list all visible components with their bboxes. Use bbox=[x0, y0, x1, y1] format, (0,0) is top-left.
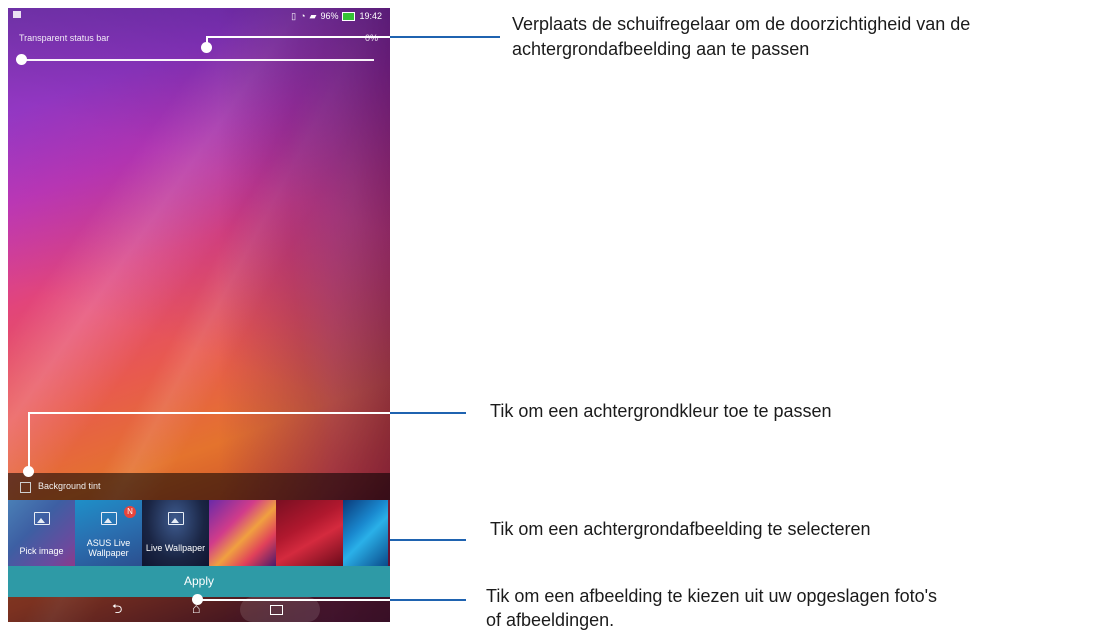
status-bar: ▯ ◔ ▰ 96% 19:42 bbox=[8, 8, 390, 26]
sim-icon: ▰ bbox=[309, 11, 317, 21]
recent-apps-icon[interactable] bbox=[270, 605, 283, 615]
asus-live-label-line2: Wallpaper bbox=[88, 548, 129, 558]
transparency-slider-track[interactable] bbox=[22, 59, 374, 61]
callout-pick-line-inner bbox=[197, 599, 390, 601]
transparency-value: 0% bbox=[364, 33, 378, 43]
callout-tint-line-inner bbox=[28, 412, 390, 414]
image-icon bbox=[34, 512, 50, 525]
callout-slider-line bbox=[390, 36, 500, 38]
wallpaper-thumb[interactable] bbox=[209, 500, 276, 566]
callout-tint-line bbox=[390, 412, 466, 414]
callout-tint-dot bbox=[23, 466, 34, 477]
apply-button[interactable]: Apply bbox=[8, 566, 390, 597]
image-icon bbox=[168, 512, 184, 525]
back-icon[interactable]: ⮌ bbox=[112, 602, 122, 616]
wallpaper-thumb[interactable] bbox=[343, 500, 388, 566]
image-icon bbox=[101, 512, 117, 525]
clock: 19:42 bbox=[359, 11, 382, 21]
asus-live-label-line1: ASUS Live bbox=[86, 538, 131, 548]
callout-slider-text-1: Verplaats de schuifregelaar om de doorzi… bbox=[512, 14, 971, 34]
callout-pick-text-2: of afbeeldingen. bbox=[486, 610, 615, 630]
transparency-slider-thumb[interactable] bbox=[16, 54, 27, 65]
callout-wallpaper-line bbox=[390, 539, 466, 541]
pick-image-thumb[interactable]: Pick image bbox=[8, 500, 75, 566]
vibrate-icon: ▯ bbox=[291, 11, 297, 21]
pick-image-label: Pick image bbox=[19, 546, 64, 556]
callout-pick-line bbox=[390, 599, 466, 601]
wallpaper-thumb[interactable] bbox=[276, 500, 343, 566]
transparent-status-bar-label: Transparent status bar bbox=[19, 33, 110, 43]
battery-percent: 96% bbox=[320, 11, 339, 21]
callout-tint-connector bbox=[28, 413, 30, 471]
callout-pick-dot bbox=[192, 594, 203, 605]
battery-icon bbox=[342, 11, 356, 21]
live-wallpaper-thumb[interactable]: Live Wallpaper bbox=[142, 500, 209, 566]
wifi-icon: ◔ bbox=[300, 11, 306, 21]
notification-icon bbox=[13, 11, 21, 18]
apply-label: Apply bbox=[183, 574, 215, 588]
callout-wallpaper-text: Tik om een achtergrondafbeelding te sele… bbox=[490, 519, 871, 539]
callout-slider-line-inner bbox=[206, 36, 390, 38]
background-tint-row[interactable]: Background tint bbox=[8, 473, 390, 500]
wallpaper-thumbnails: Pick image N ASUS Live Wallpaper Live Wa… bbox=[8, 500, 390, 566]
callout-tint-text: Tik om een achtergrondkleur toe te passe… bbox=[490, 401, 832, 421]
background-tint-checkbox[interactable] bbox=[20, 482, 31, 493]
status-icons: ▯ ◔ ▰ 96% 19:42 bbox=[291, 11, 382, 21]
background-tint-label: Background tint bbox=[38, 481, 101, 491]
new-badge: N bbox=[124, 506, 136, 518]
live-wallpaper-label: Live Wallpaper bbox=[145, 543, 206, 553]
wallpaper-screen: ▯ ◔ ▰ 96% 19:42 Transparent status bar 0… bbox=[8, 8, 390, 622]
asus-live-wallpaper-thumb[interactable]: N ASUS Live Wallpaper bbox=[75, 500, 142, 566]
callout-pick-text-1: Tik om een afbeelding te kiezen uit uw o… bbox=[486, 586, 938, 606]
callout-slider-text-2: achtergrondafbeelding aan te passen bbox=[512, 39, 810, 59]
callout-slider-dot bbox=[201, 42, 212, 53]
